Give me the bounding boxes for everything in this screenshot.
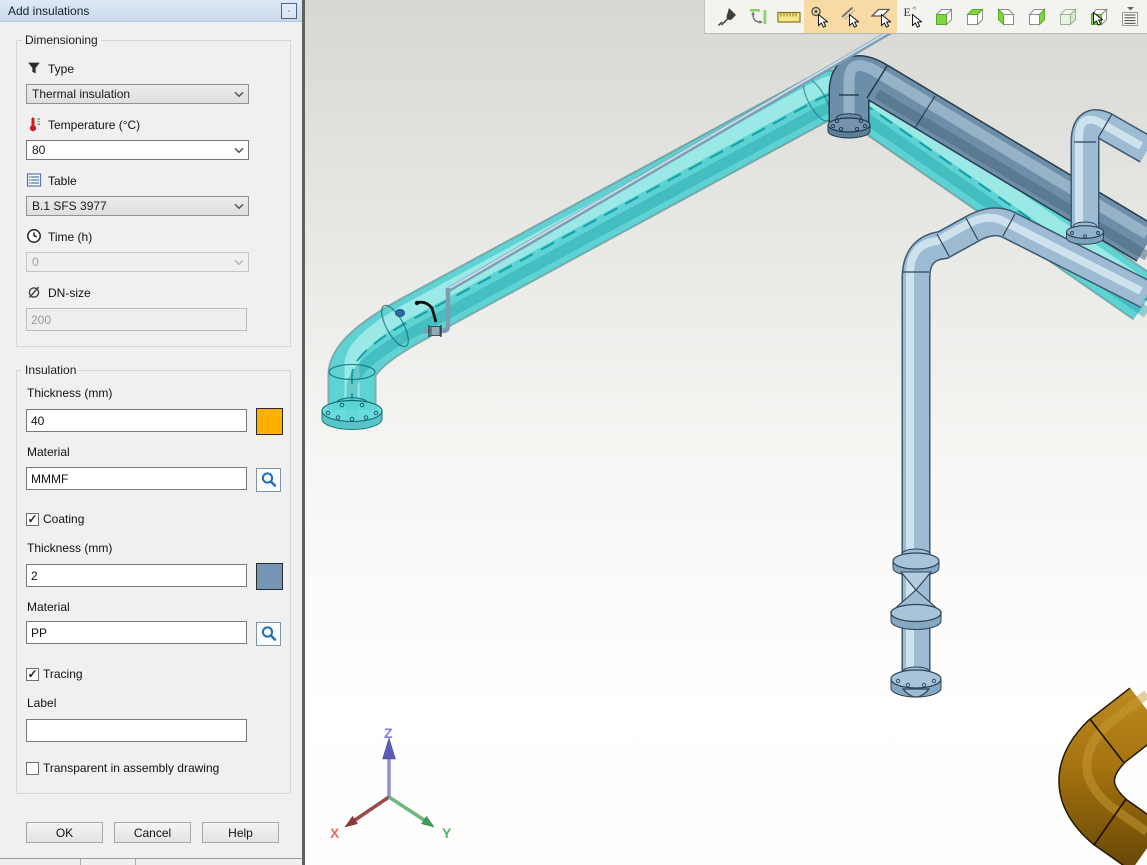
chevron-down-icon — [234, 203, 244, 210]
3d-scene[interactable]: Z X Y — [305, 0, 1147, 865]
tracing-valve-body[interactable] — [431, 327, 440, 336]
search-icon — [260, 625, 278, 643]
coating-thickness-label: Thickness (mm) — [27, 541, 112, 555]
table-combobox[interactable]: B.1 SFS 3977 — [26, 196, 249, 216]
diameter-icon — [26, 284, 42, 300]
snap-edge-button[interactable]: E — [897, 0, 928, 33]
type-combobox[interactable]: Thermal insulation — [26, 84, 249, 104]
time-label: Time (h) — [48, 230, 92, 244]
snap-edge-icon: E — [900, 4, 926, 30]
view-left-button[interactable] — [990, 0, 1021, 33]
chevron-down-icon — [234, 259, 244, 266]
ruler-button[interactable] — [773, 0, 804, 33]
pin-button[interactable] — [711, 0, 742, 33]
coating-label: Coating — [43, 512, 84, 526]
time-value: 0 — [32, 255, 39, 269]
close-icon — [288, 6, 290, 16]
snap-point-icon — [807, 4, 833, 30]
snap-plane-icon — [869, 4, 895, 30]
insulation-material-search-button[interactable] — [256, 468, 281, 492]
view-right-icon — [1025, 5, 1049, 29]
temperature-combobox[interactable]: 80 — [26, 140, 249, 160]
measure-distance-icon — [746, 5, 770, 29]
chevron-down-icon — [234, 147, 244, 154]
type-label: Type — [48, 62, 74, 76]
insulation-color-swatch[interactable] — [256, 408, 283, 435]
cancel-button[interactable]: Cancel — [114, 822, 191, 843]
measure-distance-button[interactable] — [742, 0, 773, 33]
view-iso-icon — [1056, 5, 1080, 29]
insulation-legend: Insulation — [22, 363, 79, 377]
view-list-button[interactable] — [1114, 0, 1145, 33]
insulation-thickness-field[interactable] — [26, 409, 247, 432]
label-label: Label — [27, 696, 56, 710]
coating-material-search-button[interactable] — [256, 622, 281, 646]
edge-glyph: E — [903, 5, 910, 19]
statusbar-divider — [135, 859, 136, 865]
viewport-toolbar: E — [704, 0, 1147, 34]
insulation-material-field[interactable] — [26, 467, 247, 490]
table-label: Table — [48, 174, 77, 188]
application-window: Add insulations Dimensioning Type Therma… — [0, 0, 1147, 865]
3d-viewport[interactable]: Z X Y — [305, 0, 1147, 865]
temperature-value: 80 — [32, 143, 45, 157]
transparent-checkbox[interactable] — [26, 762, 39, 775]
transparent-label: Transparent in assembly drawing — [43, 761, 219, 775]
filter-icon — [26, 60, 42, 76]
pick-face-button[interactable] — [1083, 0, 1114, 33]
tracing-label: Tracing — [43, 667, 83, 681]
snap-line-icon — [838, 4, 864, 30]
time-combobox: 0 — [26, 252, 249, 272]
ok-button[interactable]: OK — [26, 822, 103, 843]
view-front-icon — [932, 5, 956, 29]
table-icon — [26, 172, 42, 188]
snap-line-button[interactable] — [835, 0, 866, 33]
type-value: Thermal insulation — [32, 87, 130, 101]
coating-material-field[interactable] — [26, 621, 247, 644]
ruler-icon — [776, 5, 802, 29]
close-button[interactable] — [281, 3, 297, 19]
search-icon — [260, 471, 278, 489]
statusbar-divider — [80, 859, 81, 865]
chevron-down-icon — [234, 91, 244, 98]
view-left-icon — [994, 5, 1018, 29]
coating-color-swatch[interactable] — [256, 563, 283, 590]
pipe-fitting-dot[interactable] — [396, 310, 405, 317]
insulation-material-label: Material — [27, 445, 70, 459]
view-top-button[interactable] — [959, 0, 990, 33]
temperature-label: Temperature (°C) — [48, 118, 140, 132]
dialog-title: Add insulations — [8, 4, 89, 18]
dn-size-label: DN-size — [48, 286, 91, 300]
tracing-checkbox[interactable]: ✓ — [26, 668, 39, 681]
add-insulations-dialog: Add insulations Dimensioning Type Therma… — [0, 0, 302, 865]
table-value: B.1 SFS 3977 — [32, 199, 107, 213]
view-front-button[interactable] — [928, 0, 959, 33]
view-list-icon — [1118, 4, 1142, 30]
coating-color-fill — [257, 564, 282, 589]
dialog-statusbar — [0, 858, 302, 865]
dialog-titlebar[interactable]: Add insulations — [0, 0, 302, 22]
pick-face-icon — [1087, 5, 1111, 29]
help-button[interactable]: Help — [202, 822, 279, 843]
insulation-thickness-label: Thickness (mm) — [27, 386, 112, 400]
coating-thickness-field[interactable] — [26, 564, 247, 587]
y-axis-label: Y — [442, 825, 452, 841]
pin-icon — [715, 5, 739, 29]
dimensioning-legend: Dimensioning — [22, 33, 101, 47]
coating-checkbox[interactable]: ✓ — [26, 513, 39, 526]
z-axis-label: Z — [384, 725, 393, 741]
thermometer-icon — [26, 116, 42, 132]
snap-point-button[interactable] — [804, 0, 835, 33]
snap-plane-button[interactable] — [866, 0, 897, 33]
view-right-button[interactable] — [1021, 0, 1052, 33]
coating-material-label: Material — [27, 600, 70, 614]
clock-icon — [26, 228, 42, 244]
dn-size-field — [26, 308, 247, 331]
x-axis-label: X — [330, 825, 340, 841]
label-field[interactable] — [26, 719, 247, 742]
insulation-color-fill — [257, 409, 282, 434]
view-top-icon — [963, 5, 987, 29]
view-iso-button[interactable] — [1052, 0, 1083, 33]
